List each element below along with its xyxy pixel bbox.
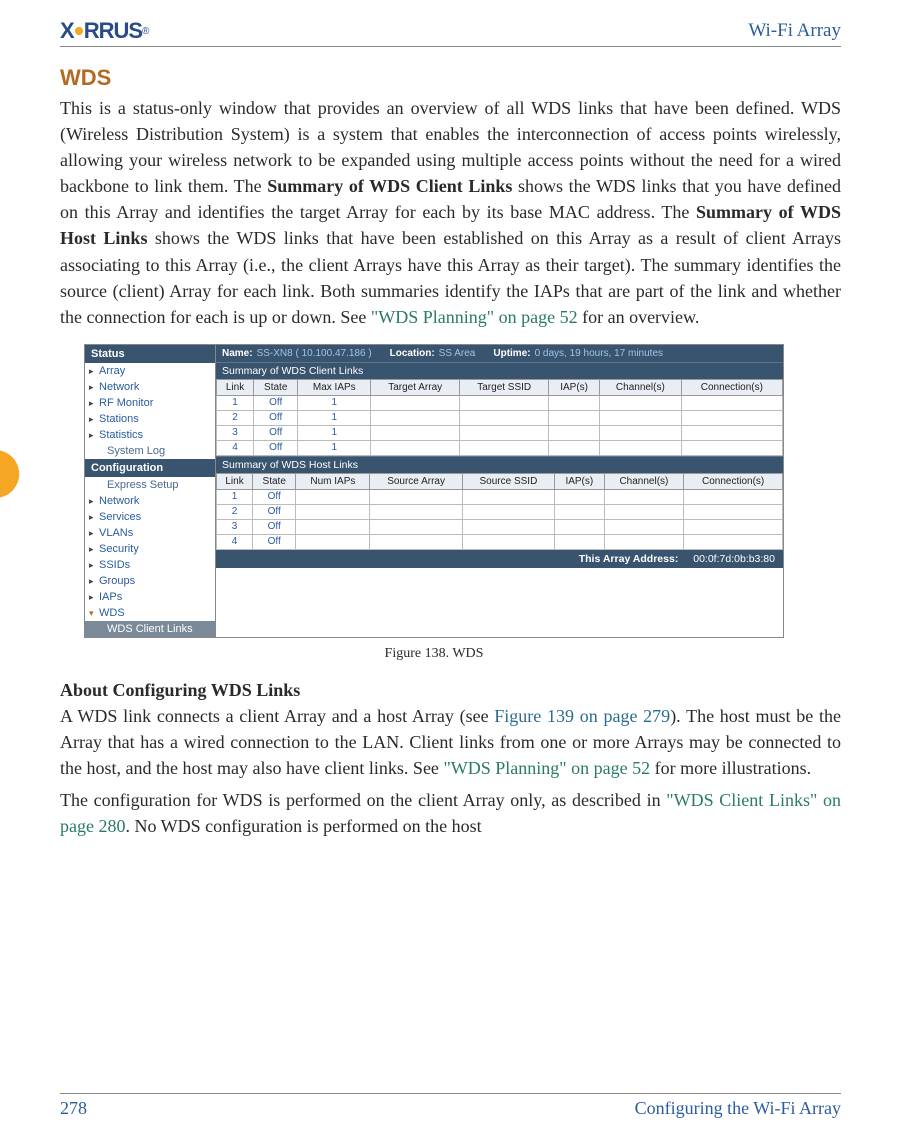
about-para1: A WDS link connects a client Array and a… <box>60 703 841 781</box>
sidebar-item-stations[interactable]: Stations <box>85 411 215 427</box>
wds-planning-link[interactable]: "WDS Planning" on page 52 <box>371 307 578 327</box>
about-p2-a: The configuration for WDS is performed o… <box>60 790 666 810</box>
hcol-connections: Connection(s) <box>684 473 783 489</box>
about-heading: About Configuring WDS Links <box>60 680 841 701</box>
status-location-value: SS Area <box>439 348 476 359</box>
wds-screenshot: Status Array Network RF Monitor Stations… <box>84 344 784 638</box>
hcol-source-ssid: Source SSID <box>462 473 554 489</box>
client-links-title: Summary of WDS Client Links <box>216 362 783 379</box>
hcol-source-array: Source Array <box>370 473 462 489</box>
status-bar: Name: SS-XN8 ( 10.100.47.186 ) Location: S… <box>216 345 783 362</box>
sidebar-item-express-setup[interactable]: Express Setup <box>85 477 215 493</box>
col-maxiaps: Max IAPs <box>298 379 371 395</box>
section-title: WDS <box>60 65 841 91</box>
page-footer: 278 Configuring the Wi-Fi Array <box>60 1093 841 1119</box>
sidebar-item-security[interactable]: Security <box>85 541 215 557</box>
sidebar-item-vlans[interactable]: VLANs <box>85 525 215 541</box>
screenshot-footer: This Array Address: 00:0f:7d:0b:b3:80 <box>216 550 783 568</box>
table-row: 3Off <box>217 519 783 534</box>
sidebar-config-header: Configuration <box>85 459 215 477</box>
hcol-iaps: IAP(s) <box>555 473 605 489</box>
page-header: X RRUS® Wi-Fi Array <box>60 18 841 47</box>
thumb-tab <box>0 450 19 498</box>
host-links-title: Summary of WDS Host Links <box>216 456 783 473</box>
status-name-value: SS-XN8 ( 10.100.47.186 ) <box>257 348 372 359</box>
table-row: 2Off <box>217 504 783 519</box>
sidebar-item-system-log[interactable]: System Log <box>85 443 215 459</box>
sidebar-item-wds[interactable]: WDS <box>85 605 215 621</box>
table-row: 3Off1 <box>217 425 783 440</box>
col-iaps: IAP(s) <box>549 379 600 395</box>
hcol-state: State <box>253 473 296 489</box>
sidebar-item-rf-monitor[interactable]: RF Monitor <box>85 395 215 411</box>
about-p1-c: for more illustrations. <box>650 758 811 778</box>
sidebar-item-statistics[interactable]: Statistics <box>85 427 215 443</box>
col-target-ssid: Target SSID <box>460 379 549 395</box>
sidebar-item-network[interactable]: Network <box>85 379 215 395</box>
sidebar-item-wds-client-links[interactable]: WDS Client Links <box>85 621 215 637</box>
about-para2: The configuration for WDS is performed o… <box>60 787 841 839</box>
table-row: 2Off1 <box>217 410 783 425</box>
chapter-name: Configuring the Wi-Fi Array <box>635 1098 841 1119</box>
intro-bold-1: Summary of WDS Client Links <box>267 176 512 196</box>
about-p1-a: A WDS link connects a client Array and a… <box>60 706 494 726</box>
wds-planning-link-2[interactable]: "WDS Planning" on page 52 <box>443 758 650 778</box>
table-row: 1Off1 <box>217 395 783 410</box>
col-connections: Connection(s) <box>681 379 782 395</box>
figure-caption: Figure 138. WDS <box>84 646 784 662</box>
status-location-label: Location: <box>390 348 435 359</box>
brand-logo: X RRUS® <box>60 18 148 44</box>
intro-text-f: for an overview. <box>578 307 700 327</box>
figure-138: Status Array Network RF Monitor Stations… <box>84 344 784 662</box>
host-links-table: Link State Num IAPs Source Array Source … <box>216 473 783 550</box>
sidebar-item-array[interactable]: Array <box>85 363 215 379</box>
col-target-array: Target Array <box>371 379 460 395</box>
sidebar-item-iaps[interactable]: IAPs <box>85 589 215 605</box>
col-state: State <box>254 379 298 395</box>
status-name-label: Name: <box>222 348 253 359</box>
col-channels: Channel(s) <box>600 379 682 395</box>
table-row: 4Off1 <box>217 440 783 455</box>
screenshot-sidebar: Status Array Network RF Monitor Stations… <box>85 345 216 637</box>
sidebar-item-groups[interactable]: Groups <box>85 573 215 589</box>
sidebar-item-ssids[interactable]: SSIDs <box>85 557 215 573</box>
table-row: 4Off <box>217 534 783 549</box>
figure-139-link[interactable]: Figure 139 on page 279 <box>494 706 670 726</box>
hcol-numiaps: Num IAPs <box>296 473 370 489</box>
brand-text-part2: RRUS <box>84 18 142 44</box>
sidebar-item-cfg-network[interactable]: Network <box>85 493 215 509</box>
about-p2-b: . No WDS configuration is performed on t… <box>125 816 481 836</box>
sidebar-status-header: Status <box>85 345 215 363</box>
status-uptime-value: 0 days, 19 hours, 17 minutes <box>535 348 663 359</box>
screenshot-main: Name: SS-XN8 ( 10.100.47.186 ) Location: S… <box>216 345 783 637</box>
brand-text-part1: X <box>60 18 74 44</box>
col-link: Link <box>217 379 254 395</box>
intro-paragraph: This is a status-only window that provid… <box>60 95 841 330</box>
logo-dot-icon <box>75 27 83 35</box>
registered-mark: ® <box>142 26 148 37</box>
sidebar-item-services[interactable]: Services <box>85 509 215 525</box>
hcol-channels: Channel(s) <box>604 473 684 489</box>
client-links-table: Link State Max IAPs Target Array Target … <box>216 379 783 456</box>
table-row: 1Off <box>217 489 783 504</box>
hcol-link: Link <box>217 473 253 489</box>
array-address-label: This Array Address: <box>579 553 679 565</box>
array-address-value: 00:0f:7d:0b:b3:80 <box>693 553 775 565</box>
doc-title: Wi-Fi Array <box>748 20 841 42</box>
status-uptime-label: Uptime: <box>493 348 530 359</box>
page-number: 278 <box>60 1098 87 1119</box>
